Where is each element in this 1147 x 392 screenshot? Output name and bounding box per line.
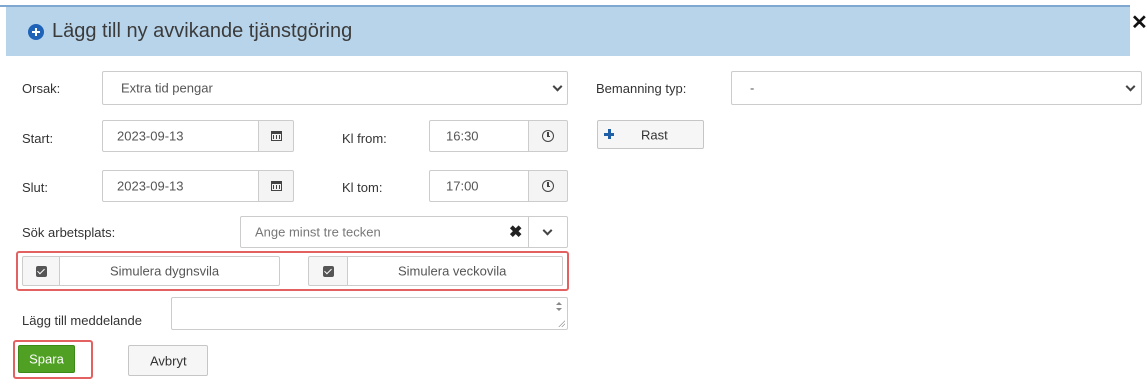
- kl-from-input[interactable]: 16:30: [429, 120, 529, 152]
- spin-down-icon[interactable]: [556, 308, 562, 311]
- simulera-dygnsvila-toggle[interactable]: Simulera dygnsvila: [59, 256, 280, 286]
- bemanning-typ-value: -: [750, 80, 755, 96]
- start-date-input[interactable]: 2023-09-13: [102, 120, 259, 152]
- arbetsplats-placeholder: Ange minst tre tecken: [255, 224, 381, 240]
- simulera-veckovila-checkbox[interactable]: [308, 256, 348, 286]
- arbetsplats-search-input[interactable]: Ange minst tre tecken ✖: [240, 216, 529, 248]
- resize-grip-icon[interactable]: [558, 320, 565, 327]
- orsak-label: Orsak:: [22, 81, 61, 96]
- dialog-header: Lägg till ny avvikande tjänstgöring: [6, 7, 1130, 56]
- slut-date-input[interactable]: 2023-09-13: [102, 170, 259, 202]
- start-date-picker-button[interactable]: [258, 120, 294, 152]
- meddelande-textarea[interactable]: [171, 297, 568, 330]
- chevron-down-icon: [552, 81, 563, 92]
- arbetsplats-dropdown-button[interactable]: [528, 216, 568, 248]
- plus-circle-icon: [28, 24, 44, 40]
- spin-up-icon[interactable]: [556, 302, 562, 305]
- checkbox-checked-icon: [323, 266, 334, 277]
- kl-tom-time-button[interactable]: [528, 170, 568, 202]
- clock-icon: [542, 180, 554, 192]
- plus-icon: [604, 128, 614, 139]
- slut-label: Slut:: [22, 180, 49, 195]
- chevron-down-icon: [542, 225, 553, 236]
- kl-tom-label: Kl tom:: [342, 180, 383, 195]
- chevron-down-icon: [1125, 81, 1136, 92]
- orsak-value: Extra tid pengar: [121, 80, 213, 96]
- simulera-veckovila-toggle[interactable]: Simulera veckovila: [347, 256, 563, 286]
- simulera-dygnsvila-checkbox[interactable]: [22, 256, 60, 286]
- x-icon[interactable]: ✖: [509, 225, 522, 241]
- calendar-icon: [271, 181, 282, 191]
- window-top-strip: [0, 0, 1147, 7]
- slut-date-value: 2023-09-13: [117, 178, 184, 194]
- slut-date-picker-button[interactable]: [258, 170, 294, 202]
- meddelande-label: Lägg till meddelande: [22, 313, 142, 328]
- clock-icon: [542, 130, 554, 142]
- save-button[interactable]: Spara: [18, 345, 75, 373]
- cancel-button[interactable]: Avbryt: [128, 345, 208, 376]
- bemanning-typ-label: Bemanning typ:: [596, 81, 687, 96]
- orsak-select[interactable]: Extra tid pengar: [102, 71, 568, 105]
- kl-from-label: Kl from:: [342, 131, 387, 146]
- kl-tom-value: 17:00: [446, 178, 479, 194]
- close-icon[interactable]: ✕: [1131, 13, 1147, 33]
- add-rast-label: Rast: [641, 127, 668, 142]
- arbetsplats-label: Sök arbetsplats:: [22, 225, 116, 240]
- bemanning-typ-select[interactable]: -: [731, 71, 1142, 105]
- kl-tom-input[interactable]: 17:00: [429, 170, 529, 202]
- simulera-dygnsvila-label: Simulera dygnsvila: [110, 263, 220, 279]
- kl-from-value: 16:30: [446, 128, 479, 144]
- kl-from-time-button[interactable]: [528, 120, 568, 152]
- add-rast-button[interactable]: Rast: [597, 120, 704, 149]
- calendar-icon: [271, 131, 282, 141]
- simulera-veckovila-label: Simulera veckovila: [398, 263, 507, 279]
- start-label: Start:: [22, 131, 54, 146]
- checkbox-checked-icon: [36, 266, 47, 277]
- dialog-title: Lägg till ny avvikande tjänstgöring: [52, 20, 353, 42]
- save-button-label: Spara: [29, 351, 64, 367]
- cancel-button-label: Avbryt: [150, 353, 187, 368]
- start-date-value: 2023-09-13: [117, 128, 184, 144]
